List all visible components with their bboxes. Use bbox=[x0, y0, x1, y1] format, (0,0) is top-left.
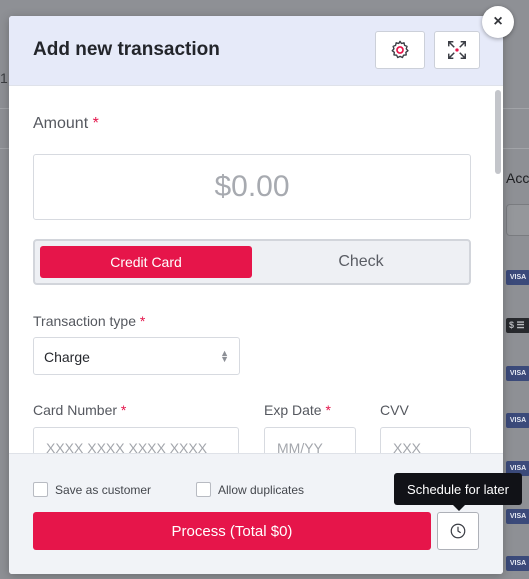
cvv-input[interactable]: XXX bbox=[380, 427, 471, 453]
scrollbar[interactable] bbox=[495, 90, 501, 174]
modal-body: Amount * $0.00 Credit Card Check Transac… bbox=[9, 87, 503, 453]
gear-icon bbox=[391, 40, 409, 59]
required-mark: * bbox=[325, 402, 331, 418]
clock-icon bbox=[450, 523, 466, 539]
cvv-label: CVV bbox=[380, 402, 409, 418]
allow-duplicates-label: Allow duplicates bbox=[218, 482, 305, 497]
checkbox-box[interactable] bbox=[33, 482, 48, 497]
transaction-type-label-text: Transaction type bbox=[33, 313, 136, 329]
visa-badge: VISA bbox=[506, 556, 529, 571]
visa-badge: VISA bbox=[506, 270, 529, 285]
card-number-label: Card Number * bbox=[33, 402, 126, 418]
bg-filter-box bbox=[506, 204, 529, 236]
transaction-type-value: Charge bbox=[44, 349, 90, 365]
transaction-type-select[interactable]: Charge ▲ ▼ bbox=[33, 337, 240, 375]
exp-date-label-text: Exp Date bbox=[264, 402, 322, 418]
cash-badge: $ ☰ bbox=[506, 318, 529, 333]
modal-title: Add new transaction bbox=[33, 39, 220, 60]
amount-label-text: Amount bbox=[33, 115, 89, 132]
process-button[interactable]: Process (Total $0) bbox=[33, 512, 431, 550]
visa-badge: VISA bbox=[506, 509, 529, 524]
check-tab[interactable]: Check bbox=[257, 246, 465, 278]
allow-duplicates-checkbox[interactable]: Allow duplicates bbox=[196, 482, 304, 497]
amount-label: Amount * bbox=[33, 115, 99, 133]
settings-button[interactable] bbox=[375, 31, 425, 69]
schedule-tooltip: Schedule for later bbox=[394, 473, 522, 505]
close-button[interactable]: × bbox=[482, 6, 514, 38]
bg-left-text: 1 bbox=[0, 70, 8, 86]
required-mark: * bbox=[139, 313, 146, 329]
card-number-input[interactable]: XXXX XXXX XXXX XXXX bbox=[33, 427, 239, 453]
card-number-label-text: Card Number bbox=[33, 402, 118, 418]
credit-card-tab[interactable]: Credit Card bbox=[40, 246, 252, 278]
visa-badge: VISA bbox=[506, 413, 529, 428]
amount-input[interactable]: $0.00 bbox=[33, 154, 471, 220]
visa-badge: VISA bbox=[506, 366, 529, 381]
schedule-button[interactable] bbox=[437, 512, 479, 550]
expand-icon bbox=[448, 41, 466, 59]
exp-date-input[interactable]: MM/YY bbox=[264, 427, 356, 453]
save-customer-checkbox[interactable]: Save as customer bbox=[33, 482, 151, 497]
modal-footer: Save as customer Allow duplicates Proces… bbox=[9, 453, 503, 574]
required-mark: * bbox=[92, 115, 99, 132]
tooltip-arrow bbox=[453, 505, 465, 511]
save-customer-label: Save as customer bbox=[55, 482, 152, 497]
payment-method-toggle: Credit Card Check bbox=[33, 239, 471, 285]
select-arrows-icon: ▲ ▼ bbox=[220, 348, 229, 364]
exp-date-label: Exp Date * bbox=[264, 402, 331, 418]
bg-column-header: Acc bbox=[506, 170, 529, 186]
checkbox-box[interactable] bbox=[196, 482, 211, 497]
transaction-type-label: Transaction type * bbox=[33, 313, 145, 329]
expand-button[interactable] bbox=[434, 31, 480, 69]
modal-header: Add new transaction bbox=[9, 16, 503, 86]
required-mark: * bbox=[120, 402, 127, 418]
